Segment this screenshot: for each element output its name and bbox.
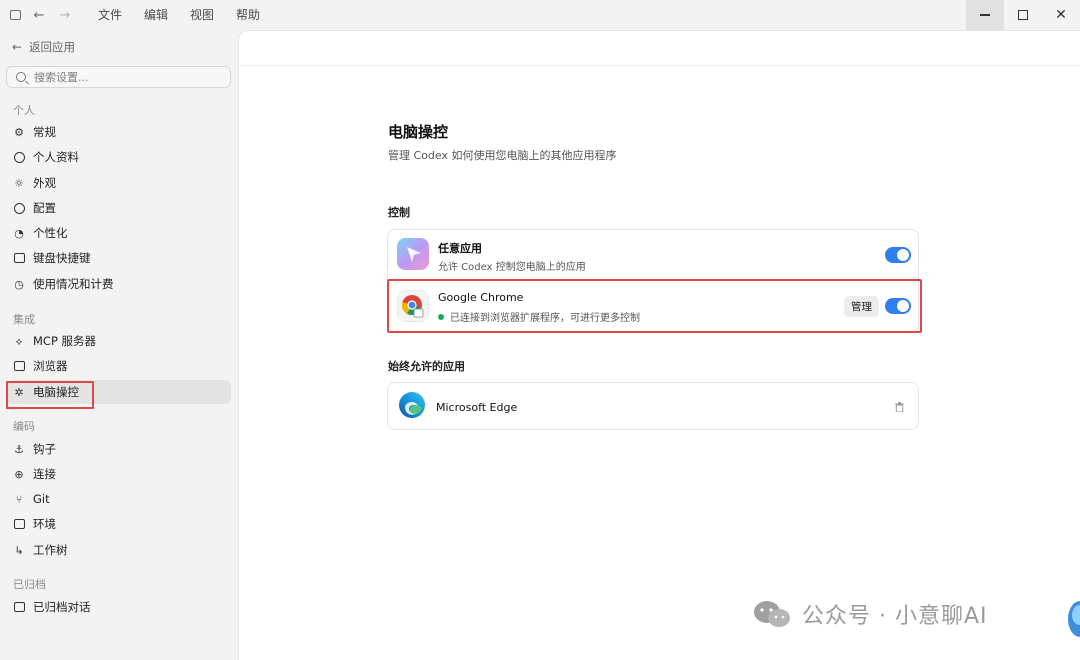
sidebar-item-label: MCP 服务器: [33, 334, 97, 348]
search-icon: [16, 72, 26, 82]
terminal-icon: [13, 518, 25, 530]
menu-view[interactable]: 视图: [178, 0, 224, 30]
sidebar-icon: [9, 10, 21, 20]
any-app-icon: [397, 238, 429, 270]
worktree-icon: ↳: [14, 543, 24, 557]
sidebar-item-personalization[interactable]: ◔ 个性化: [7, 221, 231, 245]
watermark: 公众号 · 小意聊AI: [752, 598, 988, 630]
sidebar-item-label: 工作树: [33, 543, 68, 557]
sidebar-item-mcp[interactable]: ⟡ MCP 服务器: [7, 329, 231, 353]
keyboard-icon: [13, 252, 25, 264]
decorative-sticker: [1066, 599, 1080, 639]
sidebar-item-label: 外观: [33, 176, 56, 190]
minimize-icon: [980, 14, 990, 16]
sidebar-item-label: 键盘快捷键: [33, 251, 91, 265]
mcp-icon: ⟡: [15, 334, 23, 348]
sidebar-item-archived-chats[interactable]: 已归档对话: [7, 595, 231, 619]
close-icon: ✕: [1055, 7, 1067, 23]
sidebar-item-label: 环境: [33, 517, 56, 531]
trash-icon[interactable]: [895, 402, 904, 412]
gauge-icon: ◷: [14, 277, 24, 291]
divider: [239, 65, 1080, 66]
sidebar-item-shortcuts[interactable]: 键盘快捷键: [7, 246, 231, 270]
any-app-desc: 允许 Codex 控制您电脑上的应用: [438, 262, 586, 273]
watermark-text: 公众号 · 小意聊AI: [802, 604, 988, 629]
globe-icon: ⊕: [14, 467, 24, 481]
sidebar-item-connections[interactable]: ⊕ 连接: [7, 462, 231, 486]
back-to-app-link[interactable]: ← 返回应用: [12, 39, 75, 55]
control-section-label: 控制: [388, 206, 410, 219]
minimize-button[interactable]: [966, 0, 1004, 30]
edge-row: Microsoft Edge: [388, 383, 918, 429]
menu-file[interactable]: 文件: [86, 0, 132, 30]
sidebar-item-profile[interactable]: 个人资料: [7, 145, 231, 169]
main-panel: 电脑操控 管理 Codex 如何使用您电脑上的其他应用程序 控制 任意应用 允许…: [238, 30, 1080, 660]
sidebar-item-hooks[interactable]: ⚓ 钩子: [7, 437, 231, 461]
gear-icon: ⚙: [14, 125, 24, 139]
title-bar: ← → 文件 编辑 视图 帮助 ✕: [0, 0, 1080, 30]
back-arrow-button[interactable]: ←: [26, 0, 52, 30]
sidebar-item-label: 钩子: [33, 442, 56, 456]
highlight-box-sidebar: [6, 381, 94, 409]
toggle-sidebar-button[interactable]: [0, 0, 26, 30]
close-button[interactable]: ✕: [1042, 0, 1080, 30]
archive-icon: [13, 601, 25, 613]
section-archived: 已归档: [13, 578, 46, 591]
sidebar-item-label: Git: [33, 492, 50, 506]
user-circle-icon: [13, 151, 25, 163]
menu-bar: 文件 编辑 视图 帮助: [86, 0, 270, 30]
wechat-logo-icon: [754, 601, 790, 627]
sidebar-item-worktree[interactable]: ↳ 工作树: [7, 538, 231, 562]
sidebar-item-git[interactable]: ⑂ Git: [7, 487, 231, 511]
sidebar-item-label: 浏览器: [33, 359, 68, 373]
menu-edit[interactable]: 编辑: [132, 0, 178, 30]
edge-title: Microsoft Edge: [436, 401, 518, 414]
sun-icon: ☼: [14, 176, 24, 190]
sidebar-item-label: 常规: [33, 125, 56, 139]
search-input[interactable]: [34, 70, 224, 84]
page-subtitle: 管理 Codex 如何使用您电脑上的其他应用程序: [388, 149, 617, 162]
highlight-box-chrome: [387, 279, 922, 333]
sidebar-item-browser[interactable]: 浏览器: [7, 354, 231, 378]
sidebar-item-label: 已归档对话: [33, 600, 91, 614]
sidebar-item-appearance[interactable]: ☼ 外观: [7, 171, 231, 195]
git-branch-icon: ⑂: [15, 492, 23, 506]
sidebar-item-general[interactable]: ⚙ 常规: [7, 120, 231, 144]
sidebar-item-config[interactable]: 配置: [7, 196, 231, 220]
edge-icon: [399, 392, 425, 418]
sidebar-item-label: 个性化: [33, 226, 68, 240]
always-allowed-card: Microsoft Edge: [387, 382, 919, 430]
settings-search[interactable]: [6, 66, 231, 88]
sidebar-item-label: 个人资料: [33, 150, 79, 164]
config-icon: [13, 202, 25, 214]
section-personal: 个人: [13, 104, 35, 117]
any-app-row: 任意应用 允许 Codex 控制您电脑上的应用: [388, 230, 918, 280]
forward-arrow-button[interactable]: →: [52, 0, 78, 30]
toggle-knob: [897, 249, 909, 261]
any-app-toggle[interactable]: [885, 247, 911, 263]
page-title: 电脑操控: [388, 123, 449, 141]
sidebar-item-label: 使用情况和计费: [33, 277, 114, 291]
sidebar-item-label: 配置: [33, 201, 56, 215]
personalize-icon: ◔: [14, 226, 24, 240]
browser-icon: [13, 360, 25, 372]
back-to-app-label: 返回应用: [29, 40, 76, 54]
maximize-icon: [1018, 10, 1028, 20]
window-controls: ✕: [966, 0, 1080, 30]
any-app-title: 任意应用: [438, 242, 482, 255]
sidebar-item-environment[interactable]: 环境: [7, 512, 231, 536]
always-allowed-label: 始终允许的应用: [388, 360, 465, 373]
arrow-left-icon: ←: [12, 40, 23, 54]
anchor-icon: ⚓: [14, 442, 24, 456]
section-integration: 集成: [13, 313, 35, 326]
maximize-button[interactable]: [1004, 0, 1042, 30]
section-coding: 编码: [13, 420, 35, 433]
sidebar: ← 返回应用 个人 ⚙ 常规 个人资料 ☼ 外观 配置 ◔ 个性化 键盘快捷键 …: [0, 30, 238, 660]
sidebar-item-usage[interactable]: ◷ 使用情况和计费: [7, 272, 231, 296]
menu-help[interactable]: 帮助: [224, 0, 270, 30]
sidebar-item-label: 连接: [33, 467, 56, 481]
